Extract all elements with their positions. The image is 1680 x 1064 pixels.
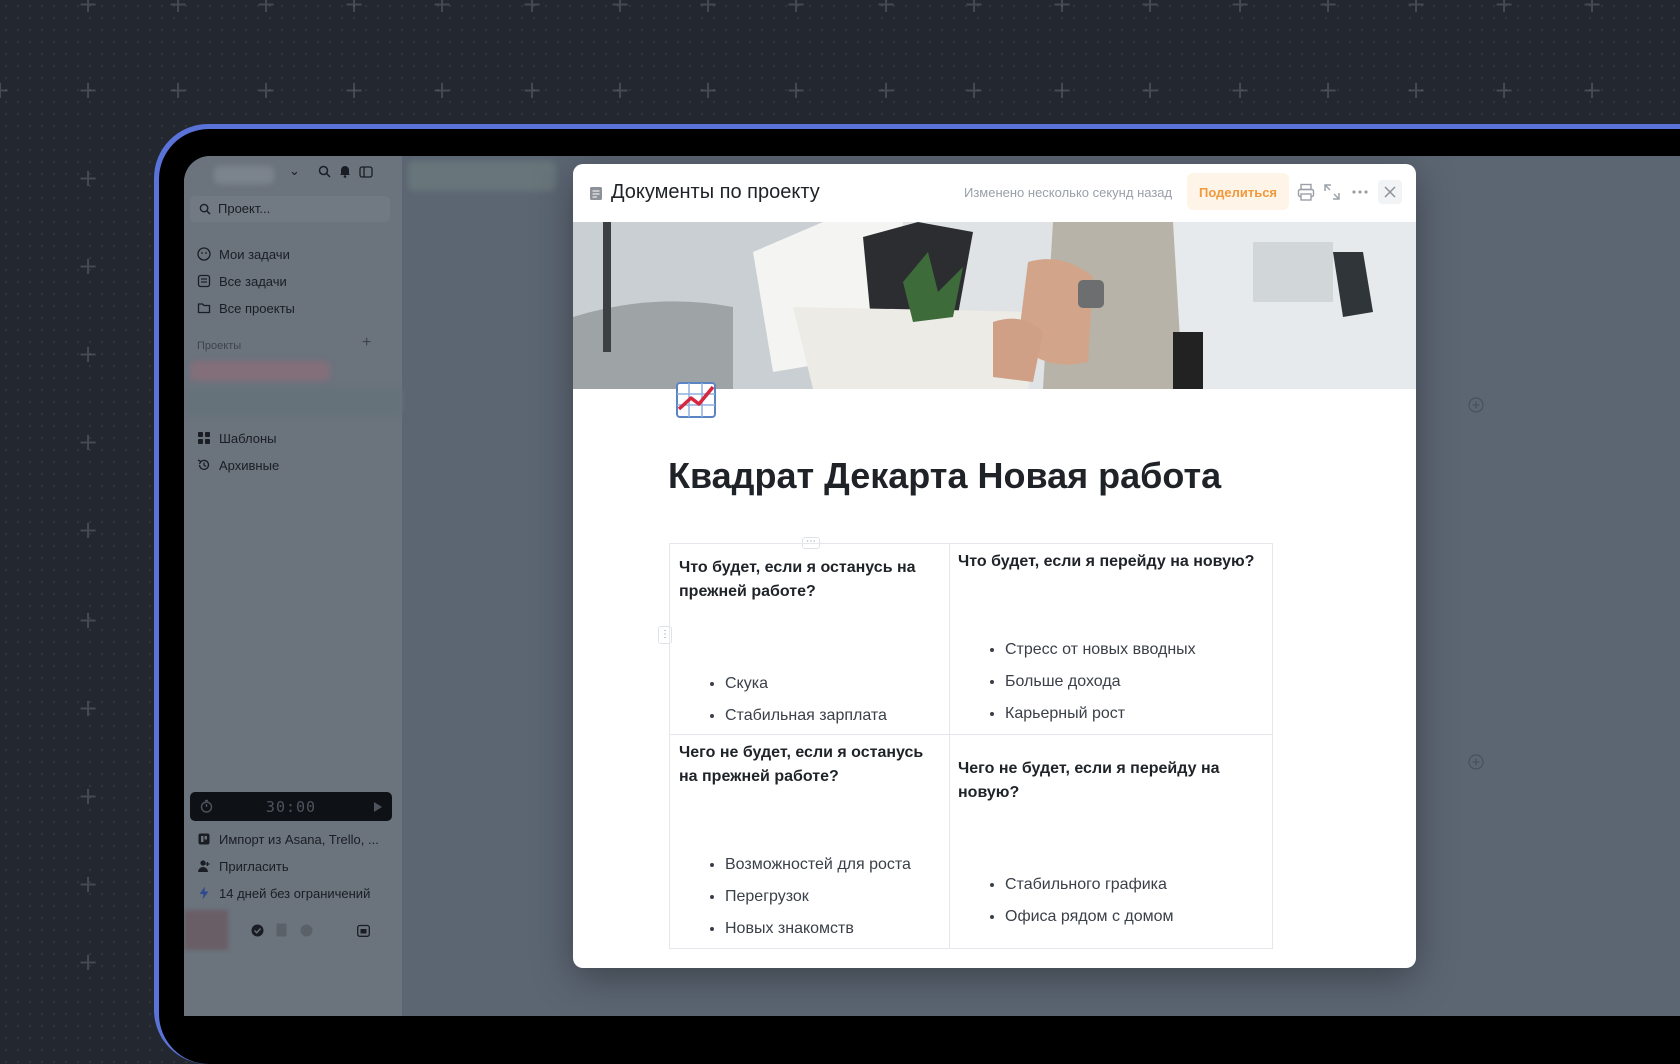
document-title[interactable]: Квадрат Декарта Новая работа (668, 455, 1221, 497)
quadrant-list: Скука Стабильная зарплата (670, 668, 949, 732)
quadrant-cell[interactable]: Чего не будет, если я останусь на прежне… (669, 734, 950, 949)
cover-image (573, 222, 1416, 389)
sidebar-toggle-icon[interactable] (359, 165, 373, 183)
close-icon[interactable] (1378, 180, 1402, 204)
templates-icon (198, 432, 210, 444)
sidebar-item-templates[interactable]: Шаблоны (197, 431, 277, 446)
sidebar: ⌄ Проект... Мои задачи Все задачи Все пр… (184, 156, 402, 1016)
sidebar-item-all-tasks[interactable]: Все задачи (197, 274, 287, 289)
list-item: Стресс от новых вводных (1005, 634, 1272, 666)
modal-title: Документы по проекту (611, 181, 820, 203)
my-tasks-icon (197, 247, 211, 261)
play-icon[interactable] (373, 800, 383, 818)
print-icon[interactable] (1296, 182, 1316, 202)
app-header-blur (408, 161, 556, 191)
sidebar-item-label: Мои задачи (219, 247, 290, 262)
sidebar-item-label: Пригласить (219, 859, 289, 874)
list-item: Стабильного графика (1005, 869, 1272, 901)
search-icon (199, 202, 211, 220)
list-item: Карьерный рост (1005, 698, 1272, 730)
search-input[interactable]: Проект... (190, 196, 390, 222)
sidebar-item-invite[interactable]: Пригласить (197, 859, 289, 874)
more-icon[interactable] (1350, 182, 1370, 202)
sidebar-item-archive[interactable]: Архивные (197, 458, 279, 473)
quadrant-heading: Что будет, если я перейду на новую? (958, 553, 1255, 570)
document-icon[interactable] (276, 923, 287, 942)
bell-icon[interactable] (339, 164, 351, 183)
sidebar-item-label: Все задачи (219, 274, 287, 289)
sidebar-item-label: Шаблоны (219, 431, 277, 446)
all-tasks-icon (197, 274, 211, 288)
chart-increasing-icon[interactable] (675, 379, 719, 419)
quadrant-cell[interactable]: Что будет, если я перейду на новую? Стре… (949, 543, 1273, 735)
modal-header: Документы по проекту Изменено несколько … (573, 164, 1416, 222)
last-edited-status: Изменено несколько секунд назад (964, 185, 1173, 200)
sidebar-item-label: Архивные (219, 458, 280, 473)
list-item: Новых знакомств (725, 913, 949, 945)
list-item: Офиса рядом с домом (1005, 901, 1272, 933)
list-item: Перегрузок (725, 881, 949, 913)
sidebar-item-import[interactable]: Импорт из Asana, Trello, ... (197, 832, 379, 847)
quadrant-list: Стабильного графика Офиса рядом с домом (950, 869, 1272, 933)
sidebar-item-trial[interactable]: 14 дней без ограничений (197, 886, 370, 901)
search-placeholder: Проект... (218, 201, 271, 216)
avatar[interactable] (184, 910, 228, 950)
sidebar-item-label: Импорт из Asana, Trello, ... (219, 832, 379, 847)
quadrant-list: Стресс от новых вводных Больше дохода Ка… (950, 634, 1272, 730)
lightning-icon (199, 886, 209, 900)
invite-icon (198, 860, 210, 872)
sidebar-item-label: 14 дней без ограничений (219, 886, 371, 901)
expand-icon[interactable] (1322, 182, 1342, 202)
add-project-icon[interactable]: + (362, 334, 371, 352)
list-item: Возможностей для роста (725, 849, 949, 881)
quadrant-heading: Что будет, если я останусь на прежней ра… (679, 559, 916, 600)
globe-icon[interactable] (300, 924, 313, 942)
folder-icon (197, 303, 211, 314)
sidebar-item-all-projects[interactable]: Все проекты (197, 301, 295, 316)
quadrant-cell[interactable]: Что будет, если я останусь на прежней ра… (669, 543, 950, 735)
share-button[interactable]: Поделиться (1187, 173, 1289, 210)
history-icon (197, 459, 210, 470)
import-icon (198, 833, 210, 845)
list-item: Скука (725, 668, 949, 700)
quadrant-list: Возможностей для роста Перегрузок Новых … (670, 849, 949, 945)
chevron-down-icon[interactable]: ⌄ (289, 163, 300, 179)
projects-header: Проекты (197, 340, 242, 352)
document-icon (589, 186, 603, 206)
list-item: Стабильная зарплата (725, 700, 949, 732)
sidebar-item-my-tasks[interactable]: Мои задачи (197, 247, 290, 262)
list-item: Больше дохода (1005, 666, 1272, 698)
sidebar-item-label: Все проекты (219, 301, 295, 316)
quadrant-table: Что будет, если я останусь на прежней ра… (669, 543, 1273, 949)
quadrant-heading: Чего не будет, если я перейду на новую? (958, 760, 1220, 801)
quadrant-cell[interactable]: Чего не будет, если я перейду на новую? … (949, 734, 1273, 949)
add-circle-icon[interactable] (1468, 397, 1484, 418)
search-icon[interactable] (318, 165, 331, 183)
quadrant-heading: Чего не будет, если я останусь на прежне… (679, 744, 924, 785)
timer-widget[interactable]: 30:00 (190, 792, 392, 821)
check-circle-icon[interactable] (251, 924, 264, 942)
add-circle-icon[interactable] (1468, 754, 1484, 775)
timer-value: 30:00 (265, 798, 317, 816)
document-modal: Документы по проекту Изменено несколько … (573, 164, 1416, 968)
calendar-icon[interactable] (357, 924, 370, 942)
